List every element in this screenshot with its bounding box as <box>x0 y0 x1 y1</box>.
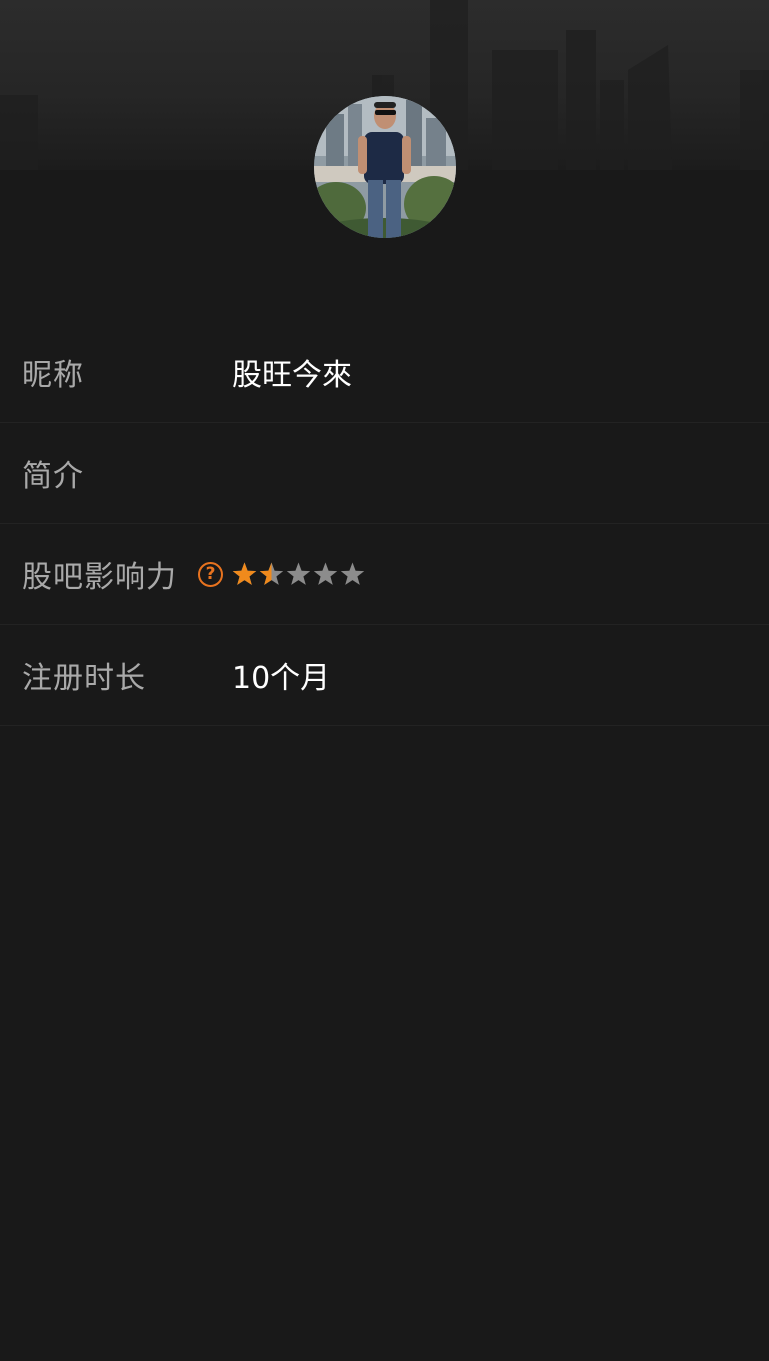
bio-label: 简介 <box>22 459 84 494</box>
profile-screen: 昵称 股旺今來 简介 股吧影响力 ? 注册时长 10个月 <box>0 0 769 1361</box>
rating-star-icon <box>340 561 365 587</box>
influence-row: 股吧影响力 ? <box>0 524 769 625</box>
bio-row: 简介 <box>0 423 769 524</box>
influence-rating <box>232 561 365 587</box>
registration-value: 10个月 <box>232 661 331 696</box>
registration-label: 注册时长 <box>22 661 146 696</box>
rating-star-icon <box>313 561 338 587</box>
nickname-value: 股旺今來 <box>232 358 352 393</box>
nickname-row: 昵称 股旺今來 <box>0 322 769 423</box>
profile-info-list: 昵称 股旺今來 简介 股吧影响力 ? 注册时长 10个月 <box>0 322 769 726</box>
rating-star-icon <box>286 561 311 587</box>
registration-row: 注册时长 10个月 <box>0 625 769 726</box>
rating-star-icon <box>232 561 257 587</box>
rating-star-icon <box>259 561 284 587</box>
influence-label: 股吧影响力 <box>22 560 177 595</box>
avatar[interactable] <box>314 96 456 238</box>
question-circle-icon[interactable]: ? <box>198 561 223 587</box>
nickname-label: 昵称 <box>22 358 84 393</box>
